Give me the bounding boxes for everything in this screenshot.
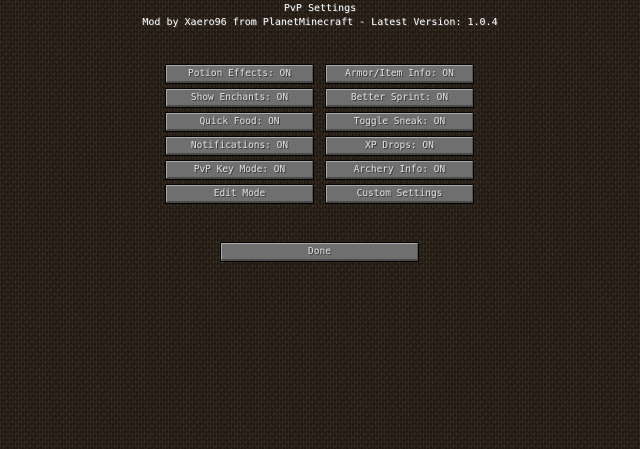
archery-info-label: Archery Info: ON [353,163,446,175]
page-subtitle: Mod by Xaero96 from PlanetMinecraft - La… [142,17,498,28]
pvp-key-mode-button[interactable]: PvP Key Mode: ON [165,160,314,180]
toggle-sneak-label: Toggle Sneak: ON [353,115,446,127]
pvp-key-mode-label: PvP Key Mode: ON [193,163,286,175]
quick-food-button[interactable]: Quick Food: ON [165,112,314,132]
pvp-settings-screen: PvP Settings Mod by Xaero96 from PlanetM… [0,0,640,449]
done-label: Done [308,245,331,257]
edit-mode-button[interactable]: Edit Mode [165,184,314,204]
show-enchants-label: Show Enchants: ON [190,91,289,103]
custom-settings-button[interactable]: Custom Settings [325,184,474,204]
potion-effects-button[interactable]: Potion Effects: ON [165,64,314,84]
potion-effects-label: Potion Effects: ON [188,67,291,79]
quick-food-label: Quick Food: ON [199,115,280,127]
page-title: PvP Settings [283,3,357,14]
notifications-button[interactable]: Notifications: ON [165,136,314,156]
xp-drops-label: XP Drops: ON [365,139,434,151]
archery-info-button[interactable]: Archery Info: ON [325,160,474,180]
toggle-sneak-button[interactable]: Toggle Sneak: ON [325,112,474,132]
armor-item-info-label: Armor/Item Info: ON [345,67,454,79]
better-sprint-button[interactable]: Better Sprint: ON [325,88,474,108]
better-sprint-label: Better Sprint: ON [350,91,449,103]
notifications-label: Notifications: ON [190,139,289,151]
show-enchants-button[interactable]: Show Enchants: ON [165,88,314,108]
armor-item-info-button[interactable]: Armor/Item Info: ON [325,64,474,84]
done-button[interactable]: Done [220,242,419,262]
xp-drops-button[interactable]: XP Drops: ON [325,136,474,156]
custom-settings-label: Custom Settings [356,187,443,199]
edit-mode-label: Edit Mode [213,187,266,199]
